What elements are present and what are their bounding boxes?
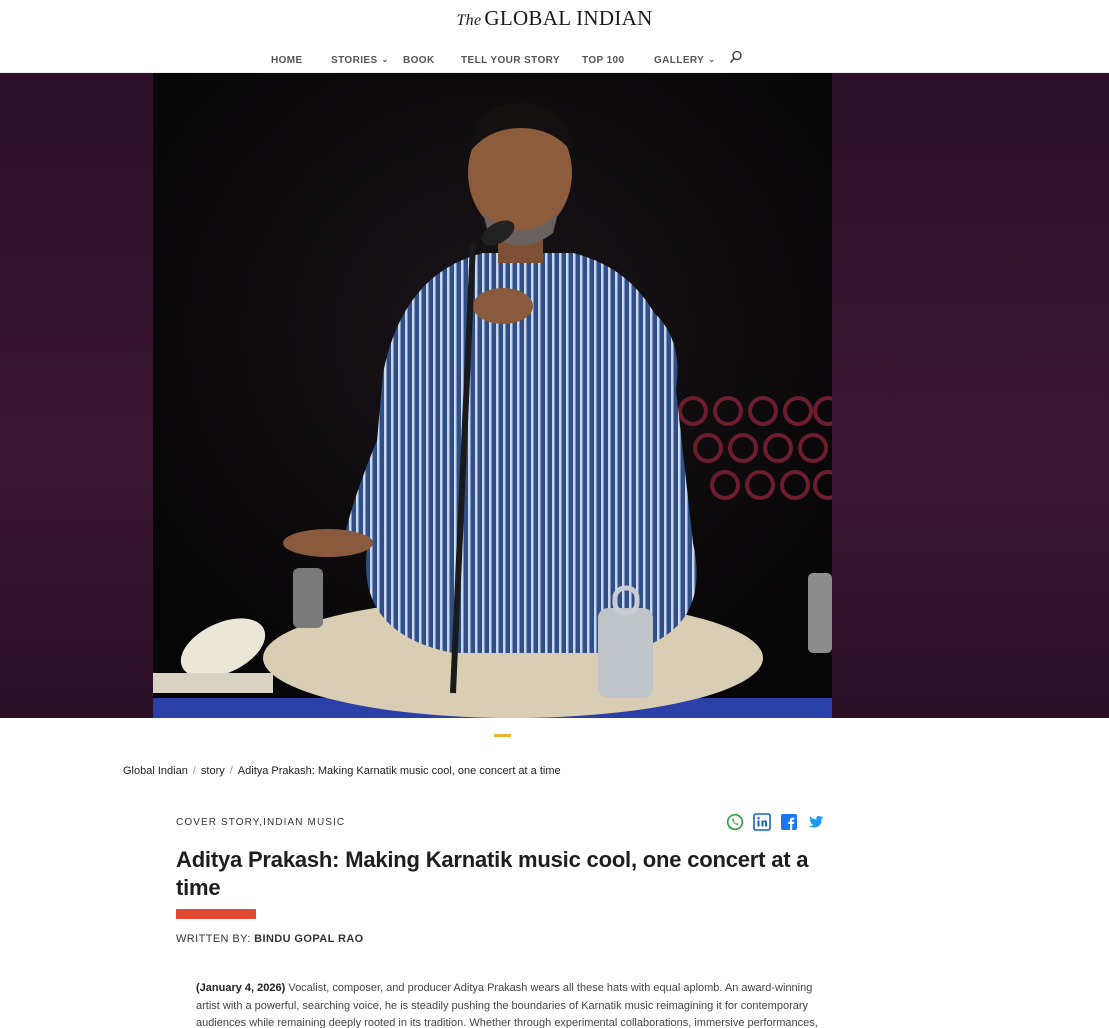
breadcrumb: Global Indian / story / Aditya Prakash: Maki… [123, 765, 561, 777]
nav-book[interactable]: BOOK [403, 55, 435, 66]
share-buttons [726, 813, 825, 831]
breadcrumb-separator: / [192, 765, 196, 777]
nav-stories[interactable]: STORIES ⌄ [331, 55, 389, 66]
byline-label: WRITTEN BY: [176, 933, 255, 945]
nav-tell-your-story[interactable]: TELL YOUR STORY [461, 55, 560, 66]
breadcrumb-current: Aditya Prakash: Making Karnatik music co… [237, 765, 561, 777]
hero-backdrop-left [0, 73, 153, 718]
chevron-down-icon: ⌄ [381, 55, 389, 64]
logo-name: GLOBAL INDIAN [484, 6, 653, 30]
author-link[interactable]: BINDU GOPAL RAO [254, 933, 364, 945]
breadcrumb-home[interactable]: Global Indian [123, 765, 188, 777]
breadcrumb-section[interactable]: story [201, 765, 225, 777]
logo-the: The [456, 12, 482, 29]
byline: WRITTEN BY: BINDU GOPAL RAO [176, 933, 364, 945]
hero-backdrop-right [831, 73, 1109, 718]
article-date: (January 4, 2026) [196, 982, 286, 994]
facebook-icon[interactable] [780, 813, 798, 831]
linkedin-icon[interactable] [753, 813, 771, 831]
site-logo[interactable]: The GLOBAL INDIAN [0, 6, 1109, 31]
article-title: Aditya Prakash: Making Karnatik music co… [176, 847, 809, 900]
title-accent-bar [176, 909, 256, 919]
nav-gallery[interactable]: GALLERY ⌄ [654, 55, 715, 66]
article-intro: (January 4, 2026) Vocalist, composer, an… [196, 980, 826, 1028]
category-link[interactable]: INDIAN MUSIC [263, 817, 345, 828]
article-categories: COVER STORY,INDIAN MUSIC [176, 817, 345, 828]
article-intro-text: Vocalist, composer, and producer Aditya … [196, 982, 818, 1028]
hero-photo [153, 73, 832, 718]
category-link[interactable]: COVER STORY [176, 817, 259, 828]
nav-home[interactable]: HOME [271, 55, 303, 66]
search-icon[interactable] [729, 50, 743, 64]
twitter-icon[interactable] [807, 813, 825, 831]
breadcrumb-separator: / [229, 765, 233, 777]
hero-banner [0, 73, 1109, 718]
whatsapp-icon[interactable] [726, 813, 744, 831]
chevron-down-icon: ⌄ [708, 55, 716, 64]
nav-top-100[interactable]: TOP 100 [582, 55, 624, 66]
slider-indicator-active[interactable] [494, 734, 511, 737]
main-nav: HOME STORIES ⌄ BOOK TELL YOUR STORY TOP 1… [0, 50, 1109, 72]
